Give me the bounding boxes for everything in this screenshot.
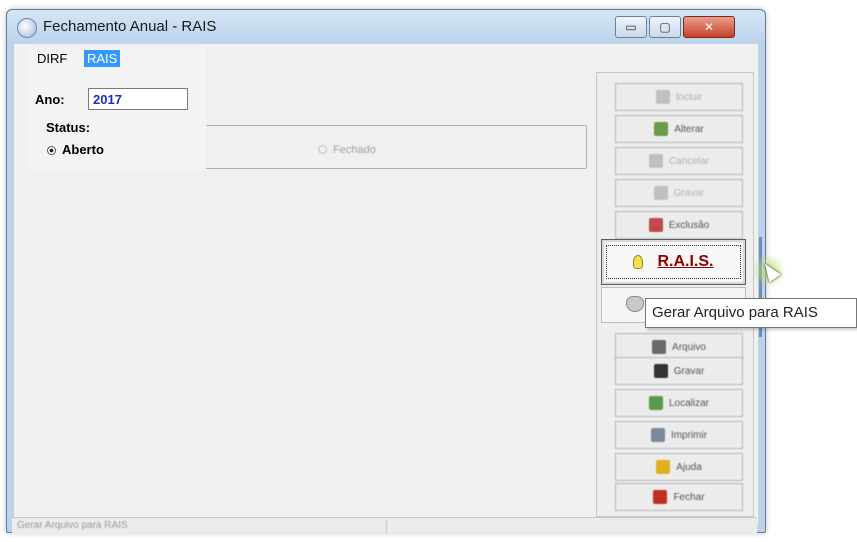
window-title: Fechamento Anual - RAIS (43, 18, 217, 35)
incluir-button[interactable]: Incluir (615, 83, 743, 111)
radio-unselected-icon (318, 145, 327, 154)
radio-selected-icon (47, 146, 56, 155)
menu-rais[interactable]: RAIS (83, 50, 121, 67)
save-icon (653, 364, 668, 378)
edit-icon (654, 122, 669, 136)
help-icon (656, 460, 671, 474)
gravar-button[interactable]: Gravar (615, 357, 743, 385)
exit-icon (653, 490, 668, 504)
title-bar[interactable]: Fechamento Anual - RAIS ▭ ▢ ✕ (7, 10, 765, 44)
lightbulb-icon (633, 255, 644, 269)
alterar-button[interactable]: Alterar (615, 115, 743, 143)
exclusao-button[interactable]: Exclusão (615, 211, 743, 239)
fechar-button[interactable]: Fechar (615, 483, 743, 511)
status-label: Status: (45, 120, 92, 135)
cancelar-button[interactable]: Cancelar (615, 147, 743, 175)
gravar-button-disabled[interactable]: Gravar (615, 179, 743, 207)
cancel-icon (648, 154, 663, 168)
status-bar-text: Gerar Arquivo para RAIS (17, 520, 387, 534)
tooltip: Gerar Arquivo para RAIS (645, 298, 857, 328)
hand-icon (626, 296, 644, 312)
maximize-button[interactable]: ▢ (649, 16, 681, 38)
menu-bar: DIRF RAIS (34, 50, 130, 67)
radio-aberto-label: Aberto (62, 142, 104, 157)
rais-button[interactable]: R.A.I.S. (601, 239, 746, 285)
add-icon (655, 90, 670, 104)
rais-button-label: R.A.I.S. (657, 253, 714, 270)
radio-fechado[interactable]: Fechado (318, 144, 376, 156)
printer-icon (650, 428, 665, 442)
rais-button-focus: R.A.I.S. (606, 245, 741, 279)
localizar-button[interactable]: Localizar (615, 389, 743, 417)
close-button[interactable]: ✕ (683, 16, 735, 38)
menu-dirf[interactable]: DIRF (34, 50, 70, 67)
radio-aberto[interactable]: Aberto (47, 142, 104, 157)
file-icon (652, 340, 667, 354)
app-icon (17, 18, 37, 38)
minimize-button[interactable]: ▭ (615, 16, 647, 38)
search-icon (648, 396, 663, 410)
radio-fechado-label: Fechado (333, 144, 376, 156)
ano-input[interactable] (88, 88, 188, 110)
ano-label: Ano: (35, 92, 65, 107)
check-icon (653, 186, 668, 200)
ajuda-button[interactable]: Ajuda (615, 453, 743, 481)
imprimir-button[interactable]: Imprimir (615, 421, 743, 449)
delete-icon (648, 218, 663, 232)
status-bar: Gerar Arquivo para RAIS (12, 517, 757, 535)
